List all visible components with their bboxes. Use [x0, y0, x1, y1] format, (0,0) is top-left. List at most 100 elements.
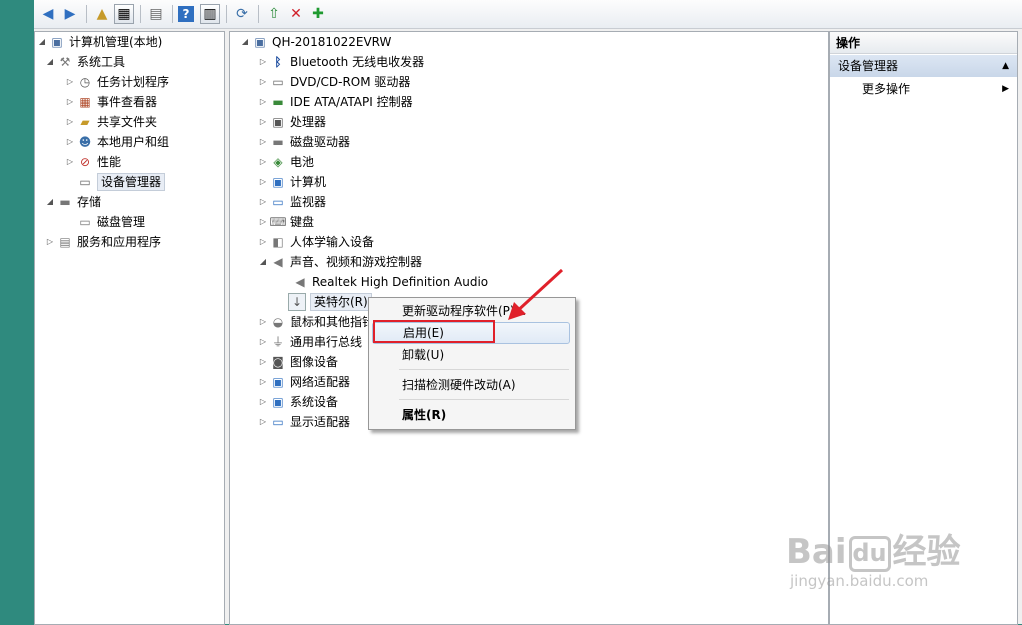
device-category[interactable]: ▷ ▭ 显示适配器 — [258, 412, 350, 432]
category-label: 显示适配器 — [290, 415, 351, 429]
usb-icon: ⏚ — [271, 335, 284, 349]
enable-device-icon[interactable]: ✚ — [308, 4, 328, 24]
tree-item-disk-management[interactable]: ▭ 磁盘管理 — [77, 212, 145, 232]
device-category[interactable]: ▷ ◈ 电池 — [258, 152, 314, 172]
dvd-drive-icon: ▭ — [272, 75, 284, 89]
category-label: 键盘 — [290, 215, 315, 229]
device-category[interactable]: ▷ ▭ 监视器 — [258, 192, 326, 212]
device-category[interactable]: ▷ ▣ 网络适配器 — [258, 372, 350, 392]
device-category[interactable]: ▷ ᛒ Bluetooth 无线电收发器 — [258, 52, 424, 72]
help-icon[interactable]: ? — [178, 6, 194, 22]
toolbar-separator — [86, 5, 87, 23]
device-category[interactable]: ▷ ▣ 处理器 — [258, 112, 326, 132]
expand-triangle-icon[interactable]: ▷ — [45, 232, 55, 252]
expand-triangle-icon[interactable]: ▷ — [258, 412, 268, 432]
device-category[interactable]: ▷ ▣ 计算机 — [258, 172, 326, 192]
collapse-triangle-icon[interactable]: ◢ — [258, 252, 268, 272]
shared-folder-icon: ▰ — [80, 115, 90, 129]
expand-triangle-icon[interactable]: ▷ — [258, 352, 268, 372]
speaker-icon: ◀ — [295, 275, 305, 289]
expand-triangle-icon[interactable]: ▷ — [65, 72, 75, 92]
uninstall-device-icon[interactable]: ✕ — [286, 4, 306, 24]
update-driver-icon[interactable]: ⇧ — [264, 4, 284, 24]
device-category[interactable]: ▷ ⏚ 通用串行总线 — [258, 332, 362, 352]
tree-label: 本地用户和组 — [97, 135, 170, 149]
expand-triangle-icon[interactable]: ▷ — [258, 72, 268, 92]
expand-triangle-icon[interactable]: ▷ — [65, 132, 75, 152]
show-hide-console-tree-icon[interactable]: ▦ — [114, 4, 134, 24]
disk-drive-icon: ▬ — [272, 135, 284, 149]
device-category[interactable]: ▷ ▬ IDE ATA/ATAPI 控制器 — [258, 92, 413, 112]
forward-arrow-icon[interactable]: ▶ — [60, 4, 80, 24]
expand-triangle-icon[interactable]: ▷ — [258, 392, 268, 412]
computer-name: QH-20181022EVRW — [272, 35, 392, 49]
expand-triangle-icon[interactable]: ▷ — [258, 372, 268, 392]
tree-item-storage[interactable]: ◢ ▬ 存储 — [45, 192, 101, 212]
show-hide-action-pane-icon[interactable]: ▥ — [200, 4, 220, 24]
expand-triangle-icon[interactable]: ▷ — [258, 192, 268, 212]
expand-triangle-icon[interactable]: ▷ — [258, 212, 268, 232]
menu-item-properties[interactable]: 属性(R) — [372, 404, 570, 426]
expand-triangle-icon[interactable]: ▷ — [258, 332, 268, 352]
device-category[interactable]: ▷ ◙ 图像设备 — [258, 352, 338, 372]
console-tree-pane: ◢ ▣ 计算机管理(本地) ◢ ⚒ 系统工具 ▷ ◷ 任务计划程序 ▷ ▦ 事件… — [34, 31, 225, 625]
expand-triangle-icon[interactable]: ▷ — [258, 52, 268, 72]
menu-separator — [399, 369, 569, 370]
event-viewer-icon: ▦ — [79, 95, 91, 109]
action-section-device-manager[interactable]: 设备管理器 ▲ — [830, 55, 1017, 77]
tree-item-system-tools[interactable]: ◢ ⚒ 系统工具 — [45, 52, 125, 72]
device-item-selected[interactable]: ↓ 英特尔(R) — [288, 292, 372, 312]
scan-hardware-icon[interactable]: ⟳ — [232, 4, 252, 24]
tree-item-services[interactable]: ▷ ▤ 服务和应用程序 — [45, 232, 161, 252]
device-item[interactable]: ◀ Realtek High Definition Audio — [292, 272, 488, 292]
device-category[interactable]: ▷ ▬ 磁盘驱动器 — [258, 132, 350, 152]
device-category[interactable]: ▷ ▭ DVD/CD-ROM 驱动器 — [258, 72, 411, 92]
menu-item-uninstall[interactable]: 卸载(U) — [372, 344, 570, 366]
tree-item-performance[interactable]: ▷ ⊘ 性能 — [65, 152, 121, 172]
collapse-triangle-icon[interactable]: ◢ — [45, 192, 55, 212]
collapse-up-icon[interactable]: ▲ — [1002, 55, 1009, 77]
tree-item-device-manager[interactable]: ▭ 设备管理器 — [77, 172, 166, 192]
collapse-triangle-icon[interactable]: ◢ — [45, 52, 55, 72]
submenu-arrow-icon: ▶ — [1002, 84, 1009, 94]
device-category[interactable]: ▷ ⌨ 键盘 — [258, 212, 314, 232]
device-category[interactable]: ▷ ▣ 系统设备 — [258, 392, 338, 412]
expand-triangle-icon[interactable]: ▷ — [65, 92, 75, 112]
toolbar: ◀ ▶ ▲ ▦ ▤ ? ▥ ⟳ ⇧ ✕ ✚ — [34, 0, 1022, 29]
expand-triangle-icon[interactable]: ▷ — [65, 112, 75, 132]
back-arrow-icon[interactable]: ◀ — [38, 4, 58, 24]
ide-controller-icon: ▬ — [272, 95, 284, 109]
category-label: DVD/CD-ROM 驱动器 — [290, 75, 411, 89]
collapse-triangle-icon[interactable]: ◢ — [37, 32, 47, 52]
device-root[interactable]: ◢ ▣ QH-20181022EVRW — [240, 32, 391, 52]
expand-triangle-icon[interactable]: ▷ — [258, 152, 268, 172]
more-actions-item[interactable]: 更多操作 ▶ — [830, 79, 1017, 99]
performance-icon: ⊘ — [79, 155, 91, 169]
expand-triangle-icon[interactable]: ▷ — [258, 112, 268, 132]
expand-triangle-icon[interactable]: ▷ — [258, 132, 268, 152]
expand-triangle-icon[interactable]: ▷ — [258, 232, 268, 252]
expand-triangle-icon[interactable]: ▷ — [65, 152, 75, 172]
tree-item-shared-folders[interactable]: ▷ ▰ 共享文件夹 — [65, 112, 157, 132]
tree-label: 计算机管理(本地) — [69, 35, 163, 49]
category-label: 电池 — [290, 155, 315, 169]
disabled-device-icon: ↓ — [288, 293, 306, 311]
category-label: 监视器 — [290, 195, 327, 209]
device-category[interactable]: ▷ ◧ 人体学输入设备 — [258, 232, 374, 252]
tree-item-event-viewer[interactable]: ▷ ▦ 事件查看器 — [65, 92, 157, 112]
expand-triangle-icon[interactable]: ▷ — [258, 312, 268, 332]
expand-triangle-icon[interactable]: ▷ — [258, 172, 268, 192]
more-actions-label: 更多操作 — [862, 82, 911, 96]
device-category-expanded[interactable]: ◢ ◀ 声音、视频和游戏控制器 — [258, 252, 422, 272]
tree-item-computer-management[interactable]: ◢ ▣ 计算机管理(本地) — [37, 32, 162, 52]
category-label: 声音、视频和游戏控制器 — [290, 255, 423, 269]
collapse-triangle-icon[interactable]: ◢ — [240, 32, 250, 52]
battery-icon: ◈ — [273, 155, 283, 169]
up-folder-icon[interactable]: ▲ — [92, 4, 112, 24]
export-list-icon[interactable]: ▤ — [146, 4, 166, 24]
expand-triangle-icon[interactable]: ▷ — [258, 92, 268, 112]
tree-item-task-scheduler[interactable]: ▷ ◷ 任务计划程序 — [65, 72, 169, 92]
tree-item-local-users[interactable]: ▷ ☻ 本地用户和组 — [65, 132, 169, 152]
menu-item-scan-hardware[interactable]: 扫描检测硬件改动(A) — [372, 374, 570, 396]
device-category[interactable]: ▷ ◒ 鼠标和其他指针 — [258, 312, 374, 332]
